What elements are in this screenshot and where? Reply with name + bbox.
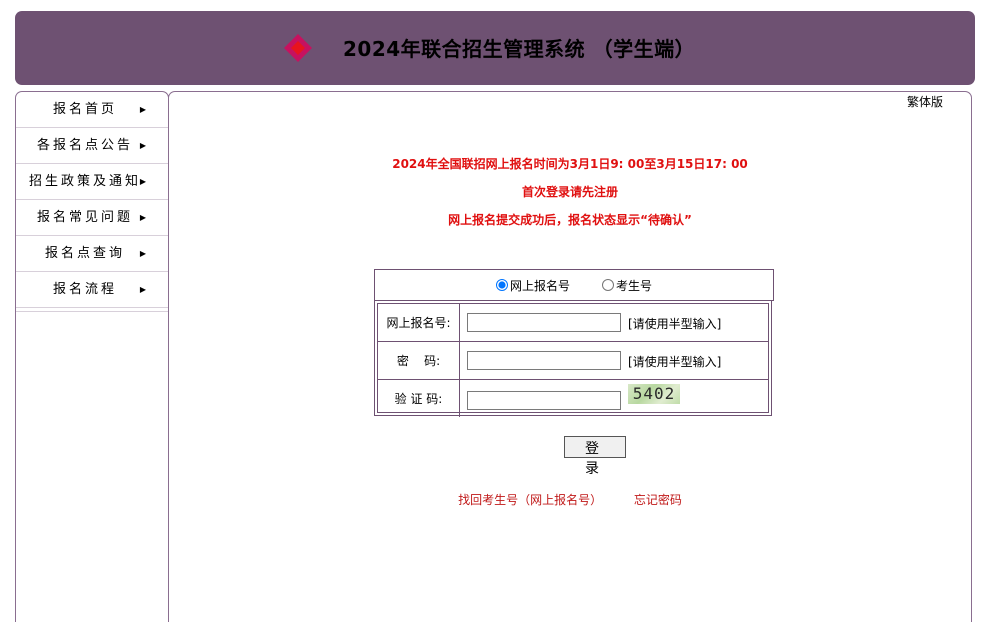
sidebar-item-label: 报名首页 [52,102,117,117]
password-input[interactable] [467,351,621,370]
sidebar-item-policies[interactable]: 招生政策及通知 ▶ [16,164,168,200]
login-type-label: 网上报名号 [509,278,570,293]
sidebar-menu: 报名首页 ▶ 各报名点公告 ▶ 招生政策及通知 ▶ 报名常见问题 ▶ 报名点查询… [16,92,168,308]
sidebar-divider [16,309,168,312]
recover-id-link[interactable]: 找回考生号（网上报名号） [458,493,602,507]
login-row-password: 密 码: [请使用半型输入] [378,342,768,380]
captcha-input[interactable] [467,391,621,410]
login-row-captcha: 验 证 码: 5402 [378,380,768,417]
sidebar-item-home[interactable]: 报名首页 ▶ [16,92,168,128]
captcha-image[interactable]: 5402 [628,384,680,404]
sidebar-item-label: 各报名点公告 [36,138,133,153]
password-hint: [请使用半型输入] [628,355,722,369]
forgot-password-link[interactable]: 忘记密码 [634,493,682,507]
triangle-right-icon: ▶ [139,285,146,294]
app-header: 2024年联合招生管理系统 （学生端） [15,11,975,85]
sidebar-item-site-query[interactable]: 报名点查询 ▶ [16,236,168,272]
sidebar-item-announcements[interactable]: 各报名点公告 ▶ [16,128,168,164]
recovery-links: 找回考生号（网上报名号） 忘记密码 [169,491,971,508]
login-type-option-exam-id[interactable]: 考生号 [602,277,652,294]
captcha-label: 验 证 码: [378,380,460,417]
sidebar-item-label: 报名常见问题 [36,210,133,225]
login-form: 网上报名号: [请使用半型输入] 密 码: [请使用半型输入] 验 证 码: 5… [374,300,772,417]
traditional-chinese-link[interactable]: 繁体版 [907,93,943,110]
sidebar-item-faq[interactable]: 报名常见问题 ▶ [16,200,168,236]
triangle-right-icon: ▶ [139,249,146,258]
username-hint: [请使用半型输入] [628,317,722,331]
login-type-option-online-id[interactable]: 网上报名号 [495,277,570,294]
notice-status: 网上报名提交成功后，报名状态显示“待确认” [448,213,692,227]
username-input[interactable] [467,313,621,332]
login-type-radio-exam-id[interactable] [602,279,614,291]
login-row-username: 网上报名号: [请使用半型输入] [378,304,768,342]
sidebar: 报名首页 ▶ 各报名点公告 ▶ 招生政策及通知 ▶ 报名常见问题 ▶ 报名点查询… [15,91,169,622]
login-form-inner: 网上报名号: [请使用半型输入] 密 码: [请使用半型输入] 验 证 码: 5… [377,303,769,417]
login-type-label: 考生号 [616,278,653,293]
triangle-right-icon: ▶ [139,105,146,114]
notice-first-login: 首次登录请先注册 [521,185,618,199]
triangle-right-icon: ▶ [139,141,146,150]
app-title: 2024年联合招生管理系统 （学生端） [343,37,696,61]
login-type-radio-online-id[interactable] [495,279,508,291]
triangle-right-icon: ▶ [139,177,146,186]
sidebar-item-label: 报名流程 [52,282,117,297]
sidebar-item-process[interactable]: 报名流程 ▶ [16,272,168,308]
login-type-selector: 网上报名号 考生号 [374,269,774,301]
notice-registration-time: 2024年全国联招网上报名时间为3月1日9: 00至3月15日17: 00 [392,157,748,171]
sidebar-item-label: 报名点查询 [44,246,125,261]
password-label: 密 码: [378,342,460,379]
diamond-cluster-logo-icon [284,34,312,62]
sidebar-item-label: 招生政策及通知 [28,174,141,189]
main-panel: 繁体版 2024年全国联招网上报名时间为3月1日9: 00至3月15日17: 0… [168,91,972,622]
username-label: 网上报名号: [378,304,460,341]
login-button[interactable]: 登录 [564,436,626,477]
triangle-right-icon: ▶ [139,213,146,222]
